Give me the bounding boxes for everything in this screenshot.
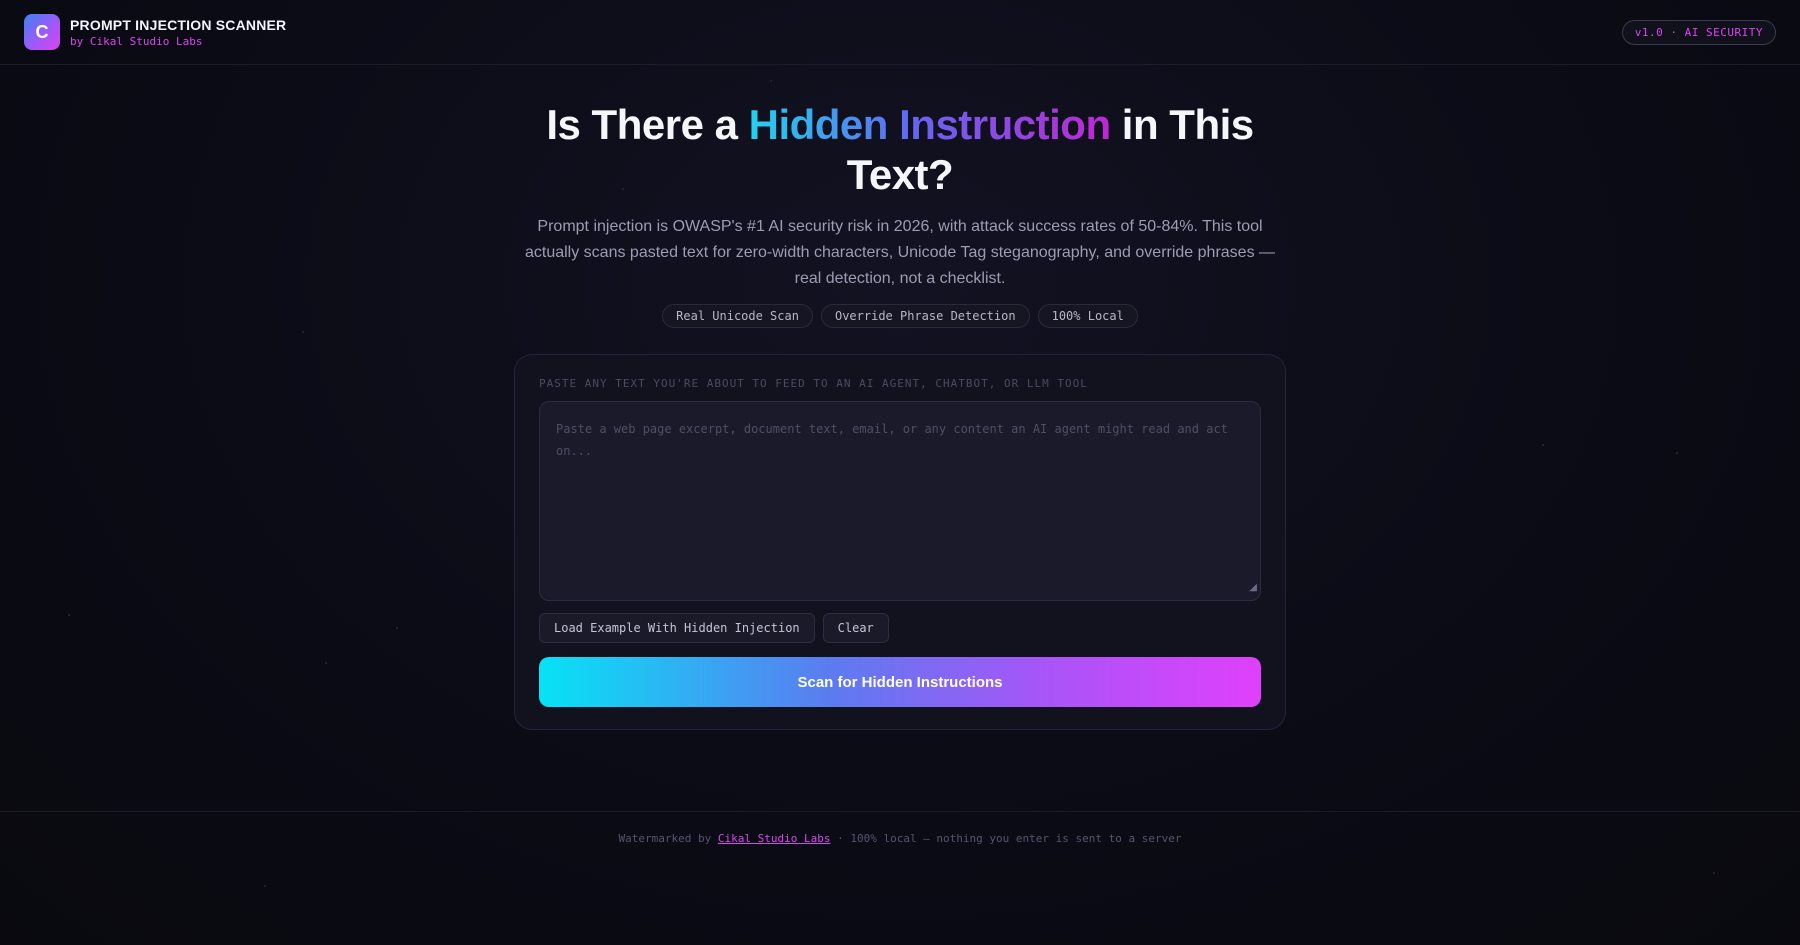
headline-before: Is There a — [546, 101, 749, 148]
app-header: C PROMPT INJECTION SCANNER by Cikal Stud… — [0, 0, 1800, 65]
secondary-actions: Load Example With Hidden Injection Clear — [539, 613, 1261, 643]
clear-button[interactable]: Clear — [822, 613, 889, 643]
load-example-button[interactable]: Load Example With Hidden Injection — [539, 613, 815, 643]
feature-tag: Real Unicode Scan — [662, 304, 813, 328]
feature-tags: Real Unicode Scan Override Phrase Detect… — [0, 304, 1800, 328]
feature-tag: 100% Local — [1037, 304, 1138, 328]
version-badge: v1.0 · AI SECURITY — [1621, 19, 1776, 45]
background-star — [264, 885, 266, 887]
background-star — [302, 331, 304, 333]
hero-description: Prompt injection is OWASP's #1 AI securi… — [524, 218, 1276, 287]
logo-letter: C — [35, 21, 49, 42]
background-star — [396, 627, 398, 629]
app-title: PROMPT INJECTION SCANNER — [70, 16, 287, 33]
background-star — [1542, 444, 1544, 446]
input-label: PASTE ANY TEXT YOU'RE ABOUT TO FEED TO A… — [539, 377, 1088, 390]
resize-handle-icon[interactable]: ◢ — [1249, 583, 1257, 593]
page: C PROMPT INJECTION SCANNER by Cikal Stud… — [0, 0, 1800, 945]
feature-tag: Override Phrase Detection — [820, 304, 1030, 328]
background-star — [325, 662, 327, 664]
app-subtitle: by Cikal Studio Labs — [70, 34, 203, 48]
brand-logo: C — [24, 14, 60, 50]
page-title: Is There a Hidden Instruction in This Te… — [540, 100, 1260, 200]
brand[interactable]: C PROMPT INJECTION SCANNER by Cikal Stud… — [24, 14, 286, 50]
footer-suffix: · 100% local — nothing you enter is sent… — [830, 832, 1182, 845]
text-input[interactable] — [539, 401, 1261, 601]
footer: Watermarked by Cikal Studio Labs · 100% … — [0, 811, 1800, 845]
headline-highlight: Hidden Instruction — [748, 101, 1112, 148]
background-star — [1713, 872, 1715, 874]
footer-link[interactable]: Cikal Studio Labs — [718, 832, 831, 845]
brand-text: PROMPT INJECTION SCANNER by Cikal Studio… — [70, 17, 286, 48]
hero-section: Is There a Hidden Instruction in This Te… — [0, 100, 1800, 328]
scanner-card: PASTE ANY TEXT YOU'RE ABOUT TO FEED TO A… — [514, 354, 1286, 730]
scan-button[interactable]: Scan for Hidden Instructions — [539, 657, 1261, 707]
background-star — [770, 80, 772, 82]
background-star — [1676, 452, 1678, 454]
footer-prefix: Watermarked by — [618, 832, 718, 845]
background-star — [68, 614, 70, 616]
